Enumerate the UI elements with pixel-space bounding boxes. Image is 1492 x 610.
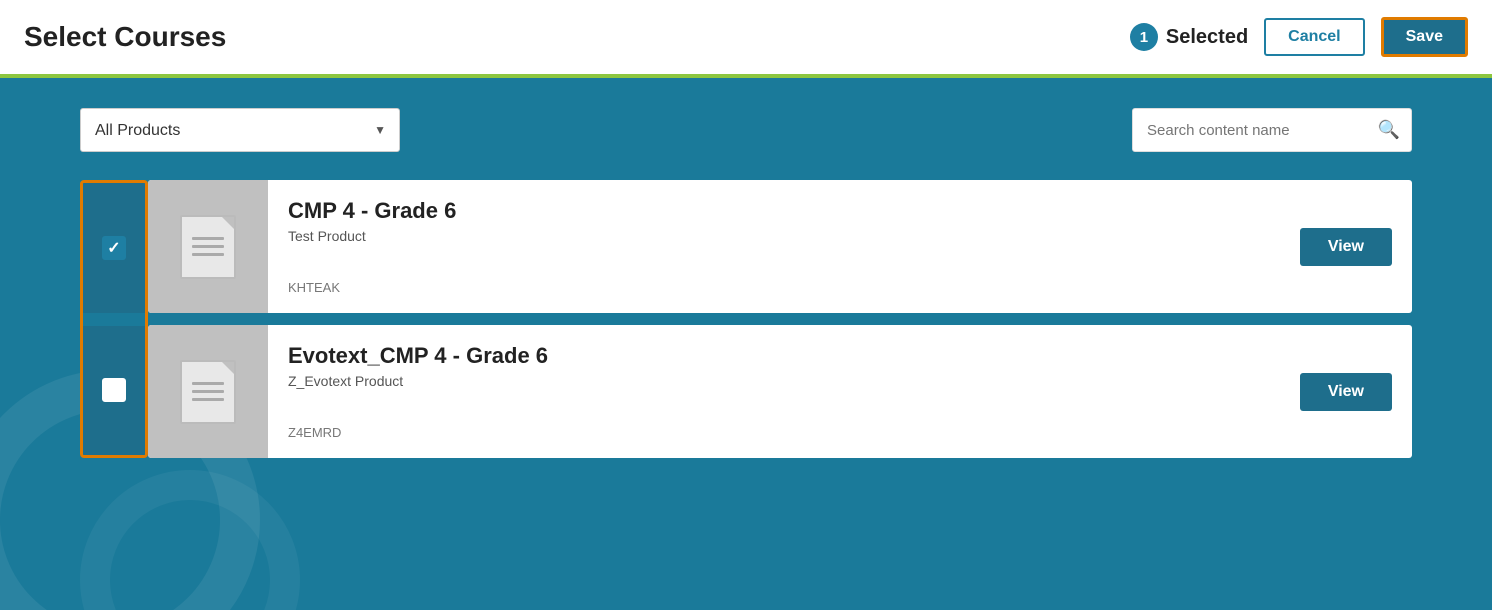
- doc-line: [192, 245, 224, 248]
- save-button[interactable]: Save: [1381, 17, 1468, 57]
- search-wrapper: 🔍: [1132, 108, 1412, 152]
- doc-line: [192, 382, 224, 385]
- checkbox-course-1[interactable]: [102, 236, 126, 260]
- document-icon-2: [180, 360, 236, 424]
- selected-label: Selected: [1166, 26, 1248, 49]
- course-card-1-icon: [148, 180, 268, 313]
- header: Select Courses 1 Selected Cancel Save: [0, 0, 1492, 78]
- course-code-2: Z4EMRD: [288, 425, 1260, 440]
- product-select-wrapper: All Products: [80, 108, 400, 152]
- course-code-1: KHTEAK: [288, 280, 1260, 295]
- page-title: Select Courses: [24, 21, 226, 53]
- course-name-2: Evotext_CMP 4 - Grade 6: [288, 343, 1260, 369]
- course-card-1: CMP 4 - Grade 6 Test Product KHTEAK View: [148, 180, 1412, 313]
- course-card-2-body: Evotext_CMP 4 - Grade 6 Z_Evotext Produc…: [268, 325, 1280, 458]
- course-product-1: Test Product: [288, 228, 1260, 244]
- checkbox-cell-2[interactable]: [83, 326, 145, 456]
- course-card-1-action: View: [1280, 180, 1412, 313]
- course-card-2-icon: [148, 325, 268, 458]
- view-button-2[interactable]: View: [1300, 373, 1392, 411]
- course-name-1: CMP 4 - Grade 6: [288, 198, 1260, 224]
- selected-badge: 1 Selected: [1130, 23, 1248, 51]
- course-cards: CMP 4 - Grade 6 Test Product KHTEAK View: [148, 180, 1412, 458]
- filter-row: All Products 🔍: [80, 108, 1412, 152]
- course-card-2-action: View: [1280, 325, 1412, 458]
- course-list-wrapper: CMP 4 - Grade 6 Test Product KHTEAK View: [80, 180, 1412, 458]
- checkbox-column: [80, 180, 148, 458]
- main-content: All Products 🔍: [0, 78, 1492, 610]
- checkbox-cell-1[interactable]: [83, 183, 145, 314]
- doc-line: [192, 237, 224, 240]
- checkbox-course-2[interactable]: [102, 378, 126, 402]
- doc-line: [192, 398, 224, 401]
- course-product-2: Z_Evotext Product: [288, 373, 1260, 389]
- view-button-1[interactable]: View: [1300, 228, 1392, 266]
- document-icon-1: [180, 215, 236, 279]
- selected-count-badge: 1: [1130, 23, 1158, 51]
- cancel-button[interactable]: Cancel: [1264, 18, 1364, 56]
- course-card-2: Evotext_CMP 4 - Grade 6 Z_Evotext Produc…: [148, 325, 1412, 458]
- bg-decoration-2: [80, 470, 300, 610]
- search-icon: 🔍: [1378, 120, 1400, 141]
- product-select[interactable]: All Products: [80, 108, 400, 152]
- doc-line: [192, 390, 224, 393]
- header-actions: 1 Selected Cancel Save: [1130, 17, 1468, 57]
- course-card-1-body: CMP 4 - Grade 6 Test Product KHTEAK: [268, 180, 1280, 313]
- search-input[interactable]: [1132, 108, 1412, 152]
- doc-line: [192, 253, 224, 256]
